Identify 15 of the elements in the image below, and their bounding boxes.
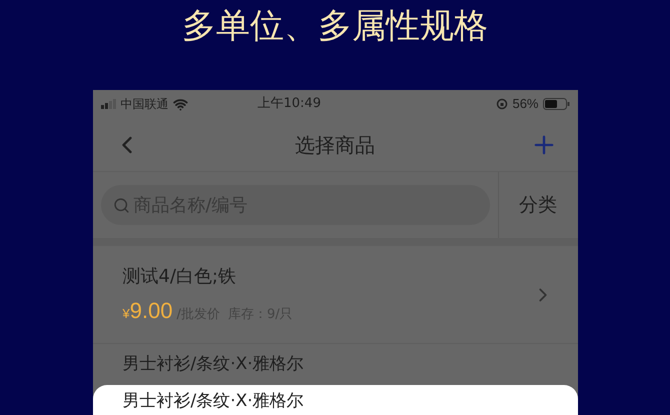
wifi-icon	[172, 96, 188, 112]
product-name: 测试4/白色;铁	[122, 264, 238, 288]
page-title: 选择商品	[294, 132, 376, 158]
carrier-label: 中国联通	[120, 96, 168, 113]
headline: 多单位、多属性规格	[182, 5, 488, 48]
battery-label: 56%	[512, 95, 538, 114]
signal-icon	[100, 99, 116, 109]
product-name: 男士衬衫/条纹·X·雅格尔	[122, 354, 304, 374]
rotation-lock-icon	[496, 98, 508, 110]
category-button[interactable]: 分类	[498, 172, 578, 238]
time-label: 上午10:49	[258, 95, 321, 114]
product-price: ¥9.00	[122, 296, 173, 324]
battery-icon	[542, 98, 570, 110]
sheet-title: 男士衬衫/条纹·X·雅格尔	[122, 391, 304, 411]
search-icon	[112, 196, 130, 214]
